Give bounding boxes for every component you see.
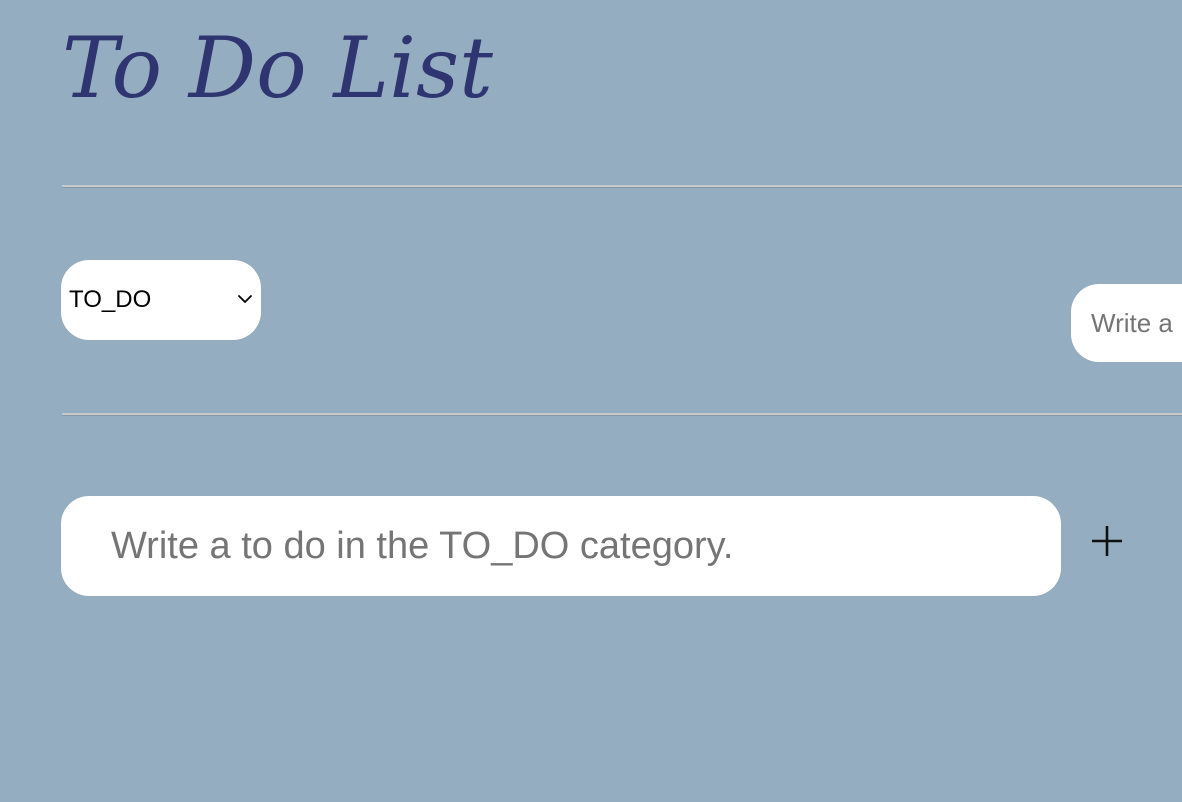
- middle-divider: [62, 413, 1182, 416]
- top-divider: [62, 185, 1182, 188]
- new-category-placeholder: Write a: [1091, 308, 1173, 338]
- category-select-value: TO_DO: [69, 286, 152, 313]
- page-title: To Do List: [62, 19, 493, 117]
- chevron-down-icon: [238, 295, 252, 303]
- new-category-input[interactable]: Write a: [1071, 284, 1182, 362]
- todo-input[interactable]: Write a to do in the TO_DO category.: [61, 496, 1061, 596]
- todo-input-placeholder: Write a to do in the TO_DO category.: [111, 525, 734, 567]
- add-todo-button[interactable]: [1086, 520, 1128, 562]
- category-select[interactable]: TO_DO: [61, 260, 261, 340]
- plus-icon: [1092, 526, 1122, 556]
